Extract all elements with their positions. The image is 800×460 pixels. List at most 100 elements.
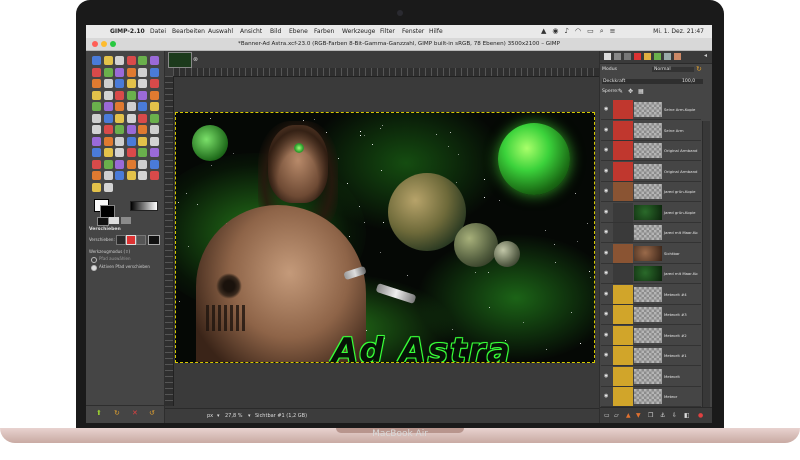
lock-position-icon[interactable]: ✥ <box>628 88 633 95</box>
layer-color-tag[interactable] <box>613 264 633 283</box>
delete-layer-icon[interactable]: ● <box>698 408 703 423</box>
text-tool-icon[interactable] <box>126 171 136 180</box>
fuzzy-select-tool-icon[interactable] <box>103 136 113 146</box>
gradient-swatch[interactable] <box>130 201 158 211</box>
color-select-tool-icon[interactable] <box>138 56 147 65</box>
warp-tool-icon[interactable] <box>126 90 136 100</box>
color-picker-tool-icon[interactable] <box>115 67 124 77</box>
menu-bearbeiten[interactable]: Bearbeiten <box>172 25 205 38</box>
app-name[interactable]: GIMP-2.10 <box>110 25 145 38</box>
gradient-tool-icon[interactable] <box>149 171 159 180</box>
visibility-eye-icon[interactable]: ◉ <box>601 387 613 406</box>
layer-row[interactable]: ◉ Meteorit #4 <box>601 284 701 305</box>
text-tool-icon[interactable] <box>149 90 159 100</box>
layer-color-tag[interactable] <box>613 182 633 201</box>
scissors-tool-icon[interactable] <box>126 136 136 146</box>
mask-layer-icon[interactable]: ◧ <box>684 408 690 423</box>
flip-tool-icon[interactable] <box>92 90 101 100</box>
zoom-tool-icon[interactable] <box>126 67 136 77</box>
bucket-fill-tool-icon[interactable] <box>138 171 147 180</box>
layer-row[interactable]: ◉ Sichtbar <box>601 243 701 264</box>
shear-tool-icon[interactable] <box>149 79 159 88</box>
menu-werkzeuge[interactable]: Werkzeuge <box>342 25 375 38</box>
handle-tool-icon[interactable] <box>138 90 147 100</box>
unified-transform-tool-icon[interactable] <box>115 79 124 88</box>
cage-tool-icon[interactable] <box>92 171 101 180</box>
gradient-tool-icon[interactable] <box>103 102 113 111</box>
wifi-icon[interactable]: ◠ <box>575 27 587 35</box>
free-select-tool-icon[interactable] <box>92 136 101 146</box>
menu-ebene[interactable]: Ebene <box>289 25 308 38</box>
layer-color-tag[interactable] <box>613 223 633 242</box>
gradient-preset-swatch[interactable] <box>121 217 131 224</box>
visibility-eye-icon[interactable]: ◉ <box>601 285 613 304</box>
pick-path-radio[interactable] <box>91 257 97 263</box>
layer-color-tag[interactable] <box>613 120 633 140</box>
layer-row[interactable]: ◉ Seine Arm-Kopie <box>601 100 701 120</box>
ellipse-select-tool-icon[interactable] <box>149 125 159 134</box>
visibility-eye-icon[interactable]: ◉ <box>601 162 613 181</box>
channels-tab-icon[interactable] <box>614 53 621 60</box>
pencil-tool-icon[interactable] <box>115 102 124 111</box>
move-selection-toggle[interactable] <box>126 235 136 245</box>
perspective-clone-tool-icon[interactable] <box>138 113 147 123</box>
visibility-eye-icon[interactable]: ◉ <box>601 264 613 283</box>
unit-select[interactable]: px <box>207 409 213 423</box>
scissors-tool-icon[interactable] <box>149 56 159 65</box>
vertical-ruler[interactable] <box>165 76 174 406</box>
foreground-select-tool-icon[interactable] <box>138 136 147 146</box>
warp-tool-icon[interactable] <box>103 171 113 180</box>
reset-options-icon[interactable]: ↺ <box>149 409 155 417</box>
layer-row[interactable]: ◉ Meteorit #1 <box>601 346 701 366</box>
ink-tool-icon[interactable] <box>92 113 101 123</box>
scale-tool-icon[interactable] <box>138 79 147 88</box>
layer-color-tag[interactable] <box>613 346 633 365</box>
color-select-tool-icon[interactable] <box>115 136 124 146</box>
ellipse-select-tool-icon[interactable] <box>103 56 113 65</box>
menu-bild[interactable]: Bild <box>270 25 281 38</box>
merge-layer-icon[interactable]: ⇩ <box>672 408 677 423</box>
layer-color-tag[interactable] <box>613 284 633 304</box>
blur-tool-icon[interactable] <box>149 113 159 123</box>
layer-color-tag[interactable] <box>613 202 633 222</box>
menu-datei[interactable]: Datei <box>150 25 166 38</box>
layer-row[interactable]: ◉ Meteorit #3 <box>601 305 701 325</box>
battery-icon[interactable]: ▭ <box>587 27 600 35</box>
visibility-eye-icon[interactable]: ◉ <box>601 367 613 386</box>
zoom-window-button[interactable] <box>110 41 116 47</box>
menu-filter[interactable]: Filter <box>380 25 395 38</box>
image-tab-thumbnail[interactable] <box>168 52 192 68</box>
menubar-clock[interactable]: Mi. 1. Dez. 21:47 <box>653 25 704 38</box>
layer-color-tag[interactable] <box>613 325 633 345</box>
restore-options-icon[interactable]: ↻ <box>114 409 120 417</box>
dock-menu-icon[interactable]: ◂ <box>704 52 707 59</box>
rect-select-tool-icon[interactable] <box>92 56 101 65</box>
paths-tool-icon[interactable] <box>103 67 113 77</box>
align-tool-icon[interactable] <box>92 79 101 88</box>
measure-tool-icon[interactable] <box>115 148 124 157</box>
layer-row[interactable]: ◉ Jared grün-Kopie <box>601 202 701 223</box>
paintbrush-tool-icon[interactable] <box>126 102 136 111</box>
handle-tool-icon[interactable] <box>115 171 124 180</box>
layer-row[interactable]: ◉ Meteorit <box>601 366 701 387</box>
cage-tool-icon[interactable] <box>115 90 124 100</box>
anchor-layer-icon[interactable]: ⚓ <box>660 408 665 423</box>
move-tool-icon[interactable] <box>149 67 159 77</box>
menu-farben[interactable]: Farben <box>314 25 334 38</box>
zoom-tool-icon[interactable] <box>103 148 113 157</box>
history-tab-icon[interactable] <box>634 53 641 60</box>
horizontal-ruler[interactable] <box>173 68 599 77</box>
menu-fenster[interactable]: Fenster <box>402 25 424 38</box>
flip-tool-icon[interactable] <box>138 159 147 169</box>
fuzzy-select-tool-icon[interactable] <box>126 56 136 65</box>
brush-swatch[interactable] <box>97 217 109 226</box>
paths-tab-icon[interactable] <box>624 53 631 60</box>
duplicate-layer-icon[interactable]: ❐ <box>648 408 653 423</box>
mode-select[interactable]: Normal <box>652 67 694 72</box>
eraser-tool-icon[interactable] <box>138 102 147 111</box>
brushes-tab-icon[interactable] <box>644 53 651 60</box>
raise-layer-icon[interactable]: ▲ <box>626 408 631 423</box>
visibility-eye-icon[interactable]: ◉ <box>601 121 613 140</box>
visibility-eye-icon[interactable]: ◉ <box>601 182 613 201</box>
layer-row[interactable]: ◉ Seine Arm <box>601 120 701 141</box>
